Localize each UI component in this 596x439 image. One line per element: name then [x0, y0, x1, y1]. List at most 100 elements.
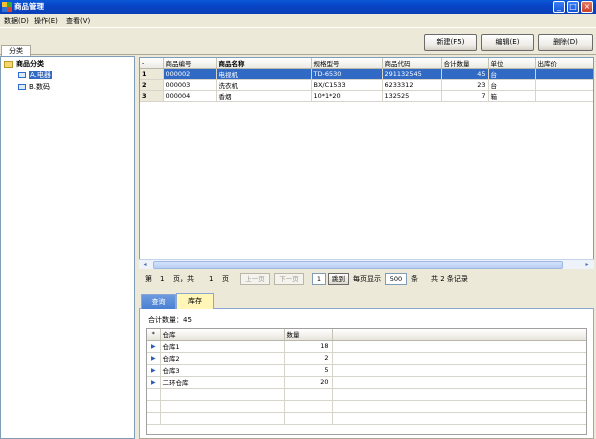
total-quantity-label: 合计数量：45: [148, 316, 192, 324]
go-button[interactable]: 跳到: [328, 273, 349, 285]
pager-total-pages: 1: [209, 275, 214, 283]
tree-item-label: A.电器: [29, 71, 52, 79]
cell-quantity: 18: [284, 340, 333, 353]
per-page-unit: 条: [411, 275, 418, 283]
col-header-code[interactable]: 商品编号: [163, 58, 217, 69]
table-row[interactable]: 3 000004 香烟 10*1*20 132525 7 箱 160: [140, 90, 593, 102]
pager-page-prefix: 第: [145, 275, 152, 283]
row-index: 1: [140, 68, 164, 80]
col-header-quantity[interactable]: 数量: [284, 329, 333, 341]
title-bar: 商品管理 _ □ ×: [0, 0, 596, 14]
minimize-button[interactable]: _: [553, 1, 565, 13]
tab-query[interactable]: 查询: [141, 294, 176, 309]
tree-root-label: 商品分类: [16, 60, 44, 68]
cell-code: 000003: [163, 79, 217, 91]
scroll-thumb[interactable]: [153, 261, 563, 269]
menu-view[interactable]: 查看(V): [66, 16, 90, 26]
cell-code: 000004: [163, 90, 217, 102]
category-icon: [18, 72, 26, 78]
cell-empty: [332, 340, 586, 353]
cell-empty: [332, 364, 586, 377]
row-arrow-icon: ▶: [147, 352, 161, 365]
cell-price: [535, 68, 593, 80]
cell-spec: TD-6530: [311, 68, 383, 80]
cell-barcode: 291132545: [382, 68, 442, 80]
tree-item-label: B.数码: [29, 83, 51, 91]
maximize-button[interactable]: □: [567, 1, 579, 13]
col-header-name[interactable]: 商品名称: [216, 58, 312, 69]
col-header-price[interactable]: 出库价: [535, 58, 593, 69]
tree-item-electric[interactable]: A.电器: [18, 70, 52, 81]
pager-page-suffix: 页: [222, 275, 229, 283]
grid-header-row: - 商品编号 商品名称 规格型号 商品代码 合计数量 单位 出库价: [140, 58, 593, 69]
col-header-spec[interactable]: 规格型号: [311, 58, 383, 69]
cell-spec: BX/C1533: [311, 79, 383, 91]
empty-row: [147, 412, 586, 425]
tree-item-digital[interactable]: B.数码: [18, 82, 50, 93]
per-page-input[interactable]: 500: [385, 273, 407, 285]
horizontal-scrollbar[interactable]: ◂ ▸: [139, 259, 594, 269]
scroll-left-icon[interactable]: ◂: [140, 261, 150, 269]
cell-warehouse: 仓库3: [160, 364, 285, 377]
category-icon: [18, 84, 26, 90]
delete-button[interactable]: 删除(D): [538, 34, 593, 51]
pager-total-text: 页，共: [173, 275, 194, 283]
list-item[interactable]: ▶ 二环仓库 20: [147, 376, 586, 389]
tree-root[interactable]: 商品分类: [4, 59, 44, 70]
col-header-empty: [332, 329, 586, 341]
col-header-barcode[interactable]: 商品代码: [382, 58, 442, 69]
col-header-unit[interactable]: 单位: [488, 58, 536, 69]
edit-button[interactable]: 编辑(E): [481, 34, 534, 51]
record-count: 共 2 条记录: [431, 275, 468, 283]
app-icon: [2, 2, 12, 12]
cell-empty: [332, 376, 586, 389]
cell-barcode: 6233312: [382, 79, 442, 91]
bottom-tabs: 查询 库存: [139, 292, 594, 310]
row-arrow-icon: ▶: [147, 376, 161, 389]
per-page-label: 每页显示: [353, 275, 381, 283]
menu-operate[interactable]: 操作(E): [34, 16, 58, 26]
cell-empty: [332, 352, 586, 365]
scroll-right-icon[interactable]: ▸: [582, 261, 592, 269]
row-arrow-icon: ▶: [147, 364, 161, 377]
menu-bar: 数据(D) 操作(E) 查看(V): [0, 14, 596, 28]
row-index: 3: [140, 90, 164, 102]
window-title: 商品管理: [14, 2, 44, 11]
table-row[interactable]: 2 000003 洗衣机 BX/C1533 6233312 23 台 170: [140, 79, 593, 91]
cell-qty: 45: [441, 68, 489, 80]
cell-quantity: 20: [284, 376, 333, 389]
menu-data[interactable]: 数据(D): [4, 16, 29, 26]
cell-warehouse: 仓库2: [160, 352, 285, 365]
cell-warehouse: 仓库1: [160, 340, 285, 353]
row-arrow-icon: ▶: [147, 340, 161, 353]
inventory-corner: *: [147, 329, 161, 341]
cell-warehouse: 二环仓库: [160, 376, 285, 389]
col-header-warehouse[interactable]: 仓库: [160, 329, 285, 341]
prev-page-button[interactable]: 上一页: [240, 273, 270, 285]
cell-unit: 台: [488, 79, 536, 91]
page-input[interactable]: 1: [312, 273, 326, 285]
toolbar: 新建(F5) 编辑(E) 删除(D): [0, 29, 596, 55]
product-grid: - 商品编号 商品名称 规格型号 商品代码 合计数量 单位 出库价 1 0000…: [139, 57, 594, 269]
cell-quantity: 2: [284, 352, 333, 365]
new-button[interactable]: 新建(F5): [424, 34, 477, 51]
cell-name: 洗衣机: [216, 79, 312, 91]
inventory-panel: 合计数量：45 * 仓库 数量 ▶ 仓库1 18 ▶ 仓库2 2 ▶ 仓库3 5…: [139, 309, 594, 439]
list-item[interactable]: ▶ 仓库2 2: [147, 352, 586, 365]
empty-row: [147, 400, 586, 413]
list-item[interactable]: ▶ 仓库3 5: [147, 364, 586, 377]
close-button[interactable]: ×: [581, 1, 593, 13]
col-header-qty[interactable]: 合计数量: [441, 58, 489, 69]
inventory-grid: * 仓库 数量 ▶ 仓库1 18 ▶ 仓库2 2 ▶ 仓库3 5 ▶ 二环仓库 …: [146, 328, 587, 435]
tab-inventory[interactable]: 库存: [176, 293, 214, 310]
list-item[interactable]: ▶ 仓库1 18: [147, 340, 586, 353]
next-page-button[interactable]: 下一页: [274, 273, 304, 285]
cell-name: 香烟: [216, 90, 312, 102]
pager-current-page: 1: [160, 275, 165, 283]
row-index: 2: [140, 79, 164, 91]
table-row[interactable]: 1 000002 电视机 TD-6530 291132545 45 台: [140, 68, 593, 80]
tab-category[interactable]: 分类: [1, 45, 31, 56]
cell-price: 170: [535, 79, 593, 91]
empty-row: [147, 388, 586, 401]
pager: 第 1 页，共 1 页 上一页 下一页 1 跳到 每页显示 500 条 共 2 …: [139, 270, 594, 289]
